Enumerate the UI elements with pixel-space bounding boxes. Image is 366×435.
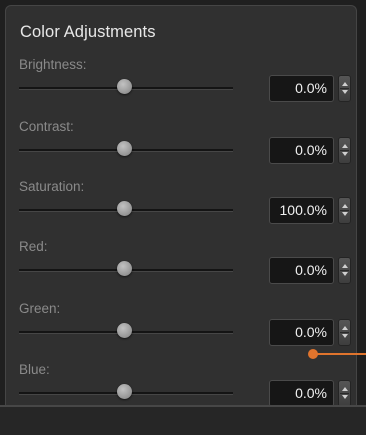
- green-stepper-icon[interactable]: [338, 319, 351, 346]
- blue-slider-thumb[interactable]: [117, 384, 132, 399]
- color-adjustments-window: Color Adjustments Brightness: 0.0% Contras…: [0, 0, 366, 435]
- stepper-divider: [340, 150, 349, 151]
- red-label: Red:: [19, 239, 48, 254]
- adjustment-row-contrast: Contrast: 0.0%: [0, 119, 366, 175]
- contrast-label: Contrast:: [19, 119, 74, 134]
- brightness-value-field[interactable]: 0.0%: [269, 75, 334, 102]
- red-stepper-icon[interactable]: [338, 257, 351, 284]
- green-value-field[interactable]: 0.0%: [269, 319, 334, 346]
- stepper-down-arrow-icon[interactable]: [342, 90, 348, 94]
- panel-footer: [0, 407, 366, 435]
- stepper-divider: [340, 210, 349, 211]
- stepper-up-arrow-icon[interactable]: [342, 387, 348, 391]
- stepper-up-arrow-icon[interactable]: [342, 326, 348, 330]
- callout-pointer-line: [314, 353, 366, 355]
- saturation-stepper-icon[interactable]: [338, 197, 351, 224]
- green-slider-thumb[interactable]: [117, 323, 132, 338]
- stepper-up-arrow-icon[interactable]: [342, 82, 348, 86]
- adjustment-row-brightness: Brightness: 0.0%: [0, 57, 366, 113]
- contrast-stepper-icon[interactable]: [338, 137, 351, 164]
- stepper-down-arrow-icon[interactable]: [342, 152, 348, 156]
- red-value-field[interactable]: 0.0%: [269, 257, 334, 284]
- contrast-slider-thumb[interactable]: [117, 141, 132, 156]
- saturation-value-field[interactable]: 100.0%: [269, 197, 334, 224]
- stepper-up-arrow-icon[interactable]: [342, 264, 348, 268]
- adjustment-row-red: Red: 0.0%: [0, 239, 366, 295]
- brightness-stepper-icon[interactable]: [338, 75, 351, 102]
- stepper-up-arrow-icon[interactable]: [342, 144, 348, 148]
- saturation-label: Saturation:: [19, 179, 85, 194]
- adjustment-row-saturation: Saturation: 100.0%: [0, 179, 366, 235]
- stepper-divider: [340, 270, 349, 271]
- contrast-value-field[interactable]: 0.0%: [269, 137, 334, 164]
- stepper-down-arrow-icon[interactable]: [342, 334, 348, 338]
- panel-title: Color Adjustments: [20, 23, 156, 41]
- stepper-divider: [340, 393, 349, 394]
- stepper-down-arrow-icon[interactable]: [342, 395, 348, 399]
- blue-stepper-icon[interactable]: [338, 380, 351, 407]
- blue-value-field[interactable]: 0.0%: [269, 380, 334, 407]
- stepper-down-arrow-icon[interactable]: [342, 212, 348, 216]
- brightness-label: Brightness:: [19, 57, 87, 72]
- brightness-slider-thumb[interactable]: [117, 79, 132, 94]
- callout-pointer-dot: [308, 349, 318, 359]
- green-label: Green:: [19, 301, 61, 316]
- stepper-down-arrow-icon[interactable]: [342, 272, 348, 276]
- saturation-slider-thumb[interactable]: [117, 201, 132, 216]
- stepper-up-arrow-icon[interactable]: [342, 204, 348, 208]
- blue-label: Blue:: [19, 362, 50, 377]
- stepper-divider: [340, 332, 349, 333]
- stepper-divider: [340, 88, 349, 89]
- red-slider-thumb[interactable]: [117, 261, 132, 276]
